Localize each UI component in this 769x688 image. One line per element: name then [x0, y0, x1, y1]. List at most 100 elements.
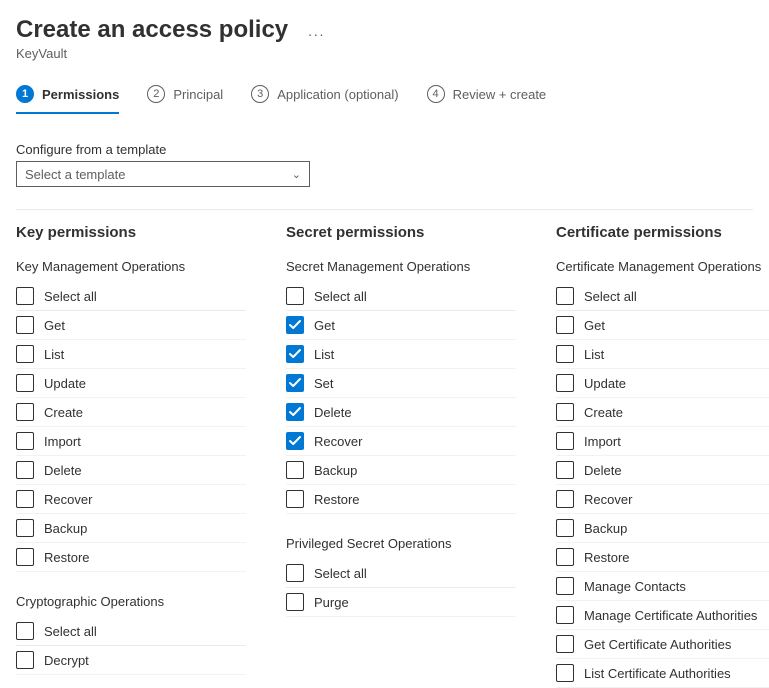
checkbox[interactable] [286, 490, 304, 508]
permission-label: Create [584, 405, 623, 420]
step-label: Permissions [42, 87, 119, 102]
checkbox[interactable] [16, 345, 34, 363]
checkbox[interactable] [16, 461, 34, 479]
checkbox[interactable] [286, 287, 304, 305]
permission-row[interactable]: Purge [286, 588, 516, 617]
permission-label: Get Certificate Authorities [584, 637, 731, 652]
checkbox[interactable] [16, 490, 34, 508]
permission-row[interactable]: Get [286, 311, 516, 340]
step-label: Principal [173, 87, 223, 102]
permission-row[interactable]: Manage Contacts [556, 572, 769, 601]
permission-row[interactable]: Recover [16, 485, 246, 514]
permission-row[interactable]: Get [556, 311, 769, 340]
checkbox[interactable] [16, 316, 34, 334]
checkbox[interactable] [556, 577, 574, 595]
permission-row[interactable]: Recover [556, 485, 769, 514]
select-all-label: Select all [44, 624, 97, 639]
select-all-row[interactable]: Select all [286, 282, 516, 311]
checkbox[interactable] [286, 345, 304, 363]
permission-row[interactable]: Create [16, 398, 246, 427]
checkbox[interactable] [16, 374, 34, 392]
checkbox[interactable] [556, 287, 574, 305]
checkbox[interactable] [556, 490, 574, 508]
wizard-step-1[interactable]: 1Permissions [16, 85, 119, 113]
permission-row[interactable]: Backup [556, 514, 769, 543]
checkbox[interactable] [556, 316, 574, 334]
wizard-step-4[interactable]: 4Review + create [427, 85, 547, 113]
select-all-label: Select all [314, 566, 367, 581]
checkbox[interactable] [556, 374, 574, 392]
wizard-step-3[interactable]: 3Application (optional) [251, 85, 398, 113]
template-select[interactable]: Select a template ⌄ [16, 161, 310, 187]
checkbox[interactable] [556, 606, 574, 624]
checkbox[interactable] [16, 287, 34, 305]
checkbox[interactable] [286, 403, 304, 421]
checkbox[interactable] [16, 622, 34, 640]
permission-row[interactable]: Decrypt [16, 646, 246, 675]
permission-row[interactable]: Recover [286, 427, 516, 456]
page-subtitle: KeyVault [16, 46, 753, 61]
checkbox[interactable] [286, 374, 304, 392]
permission-row[interactable]: Restore [556, 543, 769, 572]
checkbox[interactable] [286, 316, 304, 334]
checkbox[interactable] [16, 519, 34, 537]
column-title: Key permissions [16, 224, 246, 241]
permission-row[interactable]: Manage Certificate Authorities [556, 601, 769, 630]
group-title: Cryptographic Operations [16, 594, 246, 609]
permission-row[interactable]: Import [16, 427, 246, 456]
permission-row[interactable]: Delete [16, 456, 246, 485]
select-all-label: Select all [314, 289, 367, 304]
checkbox[interactable] [556, 519, 574, 537]
checkbox[interactable] [286, 564, 304, 582]
permission-row[interactable]: List [556, 340, 769, 369]
more-actions-icon[interactable]: ··· [308, 26, 325, 42]
permission-row[interactable]: Get Certificate Authorities [556, 630, 769, 659]
checkbox[interactable] [556, 548, 574, 566]
checkbox[interactable] [556, 635, 574, 653]
select-all-row[interactable]: Select all [16, 617, 246, 646]
permission-label: List [584, 347, 604, 362]
checkbox[interactable] [286, 461, 304, 479]
checkbox[interactable] [286, 593, 304, 611]
checkbox[interactable] [16, 432, 34, 450]
permission-row[interactable]: Get [16, 311, 246, 340]
checkbox[interactable] [556, 664, 574, 682]
page-title: Create an access policy [16, 16, 288, 44]
permission-row[interactable]: List [286, 340, 516, 369]
checkbox[interactable] [286, 432, 304, 450]
select-all-row[interactable]: Select all [556, 282, 769, 311]
checkbox[interactable] [16, 548, 34, 566]
permission-label: Get [44, 318, 65, 333]
permission-row[interactable]: Create [556, 398, 769, 427]
permission-row[interactable]: Update [556, 369, 769, 398]
select-all-row[interactable]: Select all [16, 282, 246, 311]
permission-row[interactable]: Update [16, 369, 246, 398]
select-all-label: Select all [44, 289, 97, 304]
permission-label: Backup [44, 521, 87, 536]
column-title: Secret permissions [286, 224, 516, 241]
checkbox[interactable] [556, 461, 574, 479]
permission-row[interactable]: Backup [16, 514, 246, 543]
wizard-step-2[interactable]: 2 Principal [147, 85, 223, 113]
permission-label: Backup [584, 521, 627, 536]
permission-row[interactable]: Import [556, 427, 769, 456]
permission-row[interactable]: List Certificate Authorities [556, 659, 769, 688]
permission-row[interactable]: Delete [286, 398, 516, 427]
step-number-icon: 2 [147, 85, 165, 103]
select-all-row[interactable]: Select all [286, 559, 516, 588]
permission-row[interactable]: Restore [286, 485, 516, 514]
permission-label: Restore [314, 492, 360, 507]
permission-label: Decrypt [44, 653, 89, 668]
permission-row[interactable]: Set [286, 369, 516, 398]
permission-label: List [44, 347, 64, 362]
checkbox[interactable] [556, 432, 574, 450]
permission-row[interactable]: Delete [556, 456, 769, 485]
permission-row[interactable]: Backup [286, 456, 516, 485]
checkbox[interactable] [16, 651, 34, 669]
permission-row[interactable]: Restore [16, 543, 246, 572]
checkbox[interactable] [556, 345, 574, 363]
permissions-column: Secret permissionsSecret Management Oper… [286, 224, 516, 617]
checkbox[interactable] [16, 403, 34, 421]
checkbox[interactable] [556, 403, 574, 421]
permission-row[interactable]: List [16, 340, 246, 369]
